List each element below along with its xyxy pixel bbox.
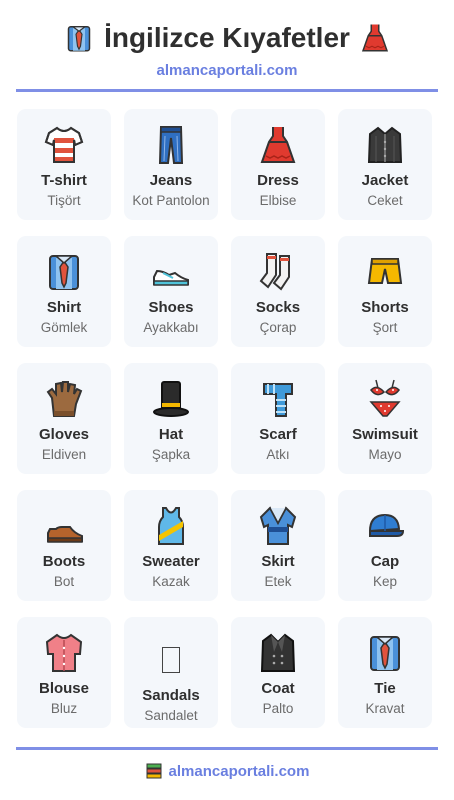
card-turkish: Şort: [372, 320, 398, 335]
card-english: Coat: [261, 680, 295, 697]
card-english: Shoes: [148, 299, 194, 316]
card-english: Hat: [158, 426, 184, 443]
card-jacket: Jacket Ceket: [338, 109, 432, 220]
card-turkish: Tişört: [47, 193, 81, 208]
card-english: Skirt: [261, 553, 295, 570]
boot-icon: [47, 526, 83, 543]
card-english: Shorts: [361, 299, 409, 316]
sneaker-icon: [153, 269, 189, 286]
top-divider: [16, 89, 438, 92]
card-boots: Boots Bot: [17, 490, 111, 601]
header: İngilizce Kıyafetler almancaportali.com: [0, 0, 454, 79]
missing-glyph-icon: [162, 647, 180, 673]
coat-icon: [260, 633, 296, 672]
card-turkish: Ceket: [367, 193, 403, 208]
card-turkish: Atkı: [266, 447, 290, 462]
card-cap: Cap Kep: [338, 490, 432, 601]
shorts-icon: [367, 258, 403, 284]
scarf-icon: [263, 383, 293, 417]
card-english: Socks: [255, 299, 301, 316]
card-socks: Socks Çorap: [231, 236, 325, 347]
bottom-divider: [16, 747, 438, 750]
card-skirt: Skirt Etek: [231, 490, 325, 601]
shirt-with-tie-icon: [67, 26, 91, 52]
card-coat: Coat Palto: [231, 617, 325, 728]
card-turkish: Mayo: [368, 447, 402, 462]
card-english: Boots: [42, 553, 86, 570]
card-swimsuit: Swimsuit Mayo: [338, 363, 432, 474]
page-title: İngilizce Kıyafetler: [0, 18, 454, 58]
card-turkish: Kazak: [152, 574, 190, 589]
card-english: Tie: [374, 680, 396, 697]
card-turkish: Kep: [372, 574, 398, 589]
bikini-icon: [369, 379, 401, 417]
card-turkish: Gömlek: [40, 320, 88, 335]
card-english: Sweater: [142, 553, 200, 570]
card-blouse: Blouse Bluz: [17, 617, 111, 728]
kimono-icon: [259, 506, 297, 545]
card-scarf: Scarf Atkı: [231, 363, 325, 474]
card-turkish: Bluz: [50, 701, 78, 716]
card-english: Blouse: [38, 680, 89, 697]
tshirt-icon: [44, 126, 84, 163]
card-english: Scarf: [259, 426, 297, 443]
card-turkish: Çorap: [259, 320, 297, 335]
dress-icon: [260, 127, 296, 163]
jacket-icon: [367, 126, 403, 163]
card-turkish: Kot Pantolon: [132, 193, 210, 208]
clothes-grid: T-shirt Tişört Jeans Kot Pantolon Dress …: [17, 109, 432, 728]
cap-icon: [368, 513, 405, 537]
card-english: Dress: [257, 172, 299, 189]
card-english: Shirt: [46, 299, 82, 316]
card-shirt: Shirt Gömlek: [17, 236, 111, 347]
card-english: Sandals: [142, 687, 200, 704]
card-turkish: Bot: [53, 574, 75, 589]
card-tshirt: T-shirt Tişört: [17, 109, 111, 220]
top-hat-icon: [153, 381, 189, 417]
card-turkish: Elbise: [259, 193, 297, 208]
socks-icon: [259, 253, 290, 291]
card-english: Jeans: [149, 172, 193, 189]
card-english: Gloves: [38, 426, 90, 443]
card-shorts: Shorts Şort: [338, 236, 432, 347]
card-turkish: Ayakkabı: [143, 320, 199, 335]
tank-top-icon: [158, 507, 184, 545]
footer-site-link[interactable]: almancaportali.com: [169, 763, 310, 780]
card-sweater: Sweater Kazak: [124, 490, 218, 601]
card-english: Swimsuit: [352, 426, 418, 443]
card-turkish: Sandalet: [144, 708, 198, 723]
title-text: İngilizce Kıyafetler: [104, 22, 350, 53]
card-english: Cap: [370, 553, 400, 570]
card-jeans: Jeans Kot Pantolon: [124, 109, 218, 220]
card-english: T-shirt: [41, 172, 87, 189]
card-turkish: Etek: [264, 574, 292, 589]
card-turkish: Şapka: [151, 447, 191, 462]
gloves-icon: [46, 381, 83, 417]
site-link[interactable]: almancaportali.com: [0, 62, 454, 79]
footer: almancaportali.com: [0, 762, 454, 780]
card-turkish: Kravat: [365, 701, 405, 716]
card-shoes: Shoes Ayakkabı: [124, 236, 218, 347]
card-tie: Tie Kravat: [338, 617, 432, 728]
card-gloves: Gloves Eldiven: [17, 363, 111, 474]
card-turkish: Eldiven: [41, 447, 87, 462]
jeans-icon: [158, 126, 184, 164]
card-turkish: Palto: [262, 701, 294, 716]
blouse-icon: [45, 633, 83, 672]
card-english: Jacket: [361, 172, 409, 189]
card-sandals: Sandals Sandalet: [124, 617, 218, 728]
dress-icon: [361, 24, 388, 52]
shirt-with-tie-icon: [370, 636, 400, 671]
card-dress: Dress Elbise: [231, 109, 325, 220]
books-icon: [146, 763, 162, 779]
shirt-icon: [49, 255, 79, 290]
card-hat: Hat Şapka: [124, 363, 218, 474]
